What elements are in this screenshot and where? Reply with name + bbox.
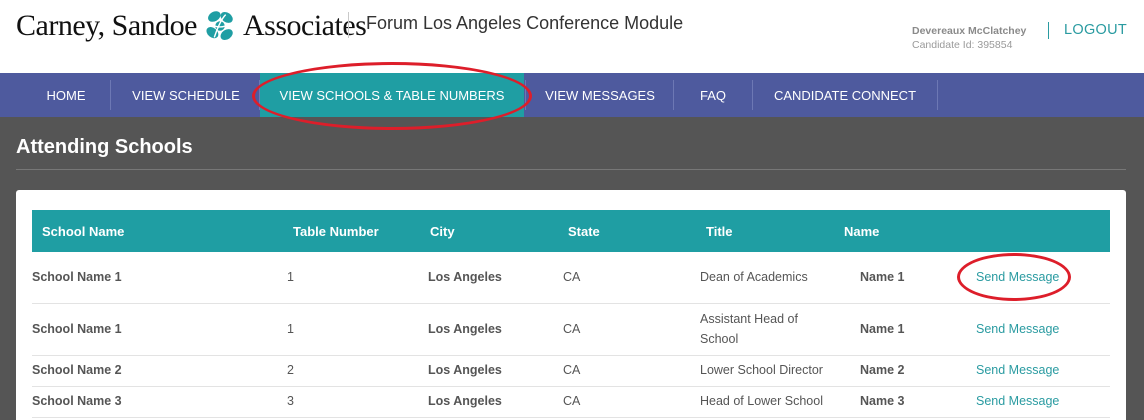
school-name-cell: School Name 1	[32, 322, 122, 336]
nav-item-home[interactable]: HOME	[28, 73, 104, 117]
nav-separator	[110, 80, 111, 110]
nav-item-candidate-connect[interactable]: CANDIDATE CONNECT	[760, 73, 930, 117]
title-cell: Lower School Director	[700, 363, 823, 377]
logout-link[interactable]: LOGOUT	[1064, 22, 1127, 38]
column-header-school-name[interactable]: School Name	[42, 210, 124, 252]
city-cell: Los Angeles	[428, 394, 502, 408]
candidate-id: Candidate Id: 395854	[912, 39, 1013, 51]
send-message-link[interactable]: Send Message	[976, 322, 1059, 336]
column-header-city[interactable]: City	[430, 210, 455, 252]
logo-text-left: Carney, Sandoe	[16, 9, 198, 42]
brand-logo[interactable]: Carney, Sandoe Associates	[16, 4, 367, 48]
state-cell: CA	[563, 322, 581, 336]
nav-separator	[673, 80, 674, 110]
city-cell: Los Angeles	[428, 322, 502, 336]
table-number-cell: 1	[287, 270, 294, 284]
table-row: School Name 2 2 Los Angeles CA Lower Sch…	[32, 356, 1110, 387]
column-header-name[interactable]: Name	[844, 210, 879, 252]
table-row: School Name 1 1 Los Angeles CA Assistant…	[32, 304, 1110, 356]
nav-separator	[937, 80, 938, 110]
header-divider	[348, 12, 349, 38]
send-message-link[interactable]: Send Message	[976, 394, 1059, 408]
state-cell: CA	[563, 363, 581, 377]
contact-name-cell: Name 1	[860, 322, 905, 336]
state-cell: CA	[563, 270, 581, 284]
column-header-title[interactable]: Title	[706, 210, 733, 252]
user-name: Devereaux McClatchey	[912, 25, 1027, 37]
city-cell: Los Angeles	[428, 270, 502, 284]
ampersand-logo-icon	[206, 11, 233, 40]
contact-name-cell: Name 3	[860, 394, 905, 408]
send-message-link[interactable]: Send Message	[976, 270, 1059, 284]
table-number-cell: 3	[287, 394, 294, 408]
nav-separator	[752, 80, 753, 110]
column-header-state[interactable]: State	[568, 210, 600, 252]
nav-item-faq[interactable]: FAQ	[680, 73, 746, 117]
contact-name-cell: Name 2	[860, 363, 905, 377]
main-nav: HOME VIEW SCHEDULE VIEW SCHOOLS & TABLE …	[0, 73, 1144, 117]
nav-item-view-messages[interactable]: VIEW MESSAGES	[532, 73, 668, 117]
heading-divider	[16, 169, 1126, 170]
nav-separator	[525, 80, 526, 110]
table-row: School Name 3 3 Los Angeles CA Head of L…	[32, 387, 1110, 418]
city-cell: Los Angeles	[428, 363, 502, 377]
user-divider	[1048, 22, 1049, 39]
nav-item-view-schedule[interactable]: VIEW SCHEDULE	[118, 73, 254, 117]
table-header: School Name Table Number City State Titl…	[32, 210, 1110, 252]
school-name-cell: School Name 1	[32, 270, 122, 284]
school-name-cell: School Name 3	[32, 394, 122, 408]
page-title: Attending Schools	[16, 136, 193, 158]
user-info: Devereaux McClatchey Candidate Id: 39585…	[912, 25, 1026, 51]
state-cell: CA	[563, 394, 581, 408]
table-number-cell: 2	[287, 363, 294, 377]
module-title: Forum Los Angeles Conference Module	[366, 13, 684, 33]
title-cell: Dean of Academics	[700, 270, 808, 284]
table-row: School Name 1 1 Los Angeles CA Dean of A…	[32, 252, 1110, 304]
title-cell: Assistant Head of School	[700, 312, 798, 346]
column-header-table-number[interactable]: Table Number	[293, 210, 379, 252]
table-number-cell: 1	[287, 322, 294, 336]
site-header: Carney, Sandoe Associates Forum Los Ange…	[0, 0, 1144, 73]
send-message-link[interactable]: Send Message	[976, 363, 1059, 377]
school-name-cell: School Name 2	[32, 363, 122, 377]
contact-name-cell: Name 1	[860, 270, 905, 284]
title-cell: Head of Lower School	[700, 394, 823, 408]
nav-item-view-schools[interactable]: VIEW SCHOOLS & TABLE NUMBERS	[260, 73, 524, 117]
